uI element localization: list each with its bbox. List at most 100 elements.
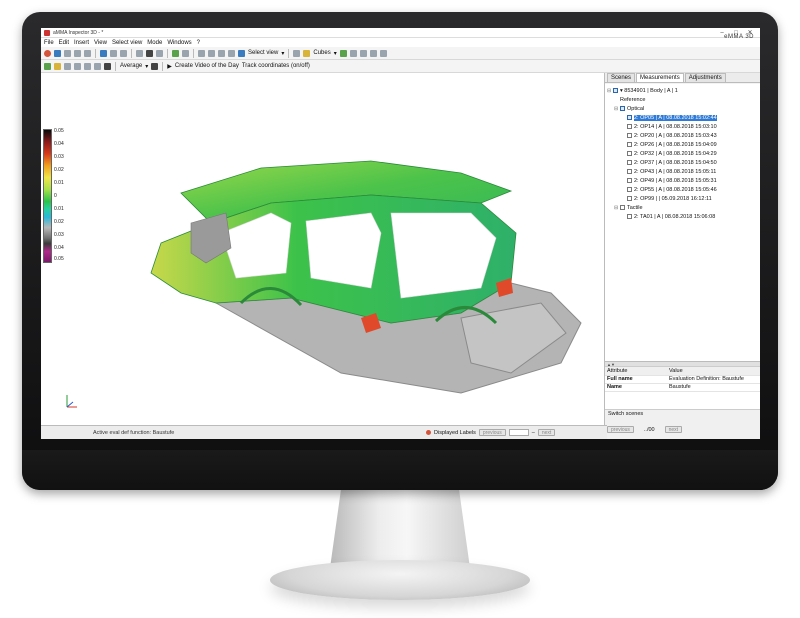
pan-icon[interactable] (120, 49, 127, 57)
tree-node[interactable]: 2: OP32 | A | 08.08.2018 15:04:29 (607, 149, 758, 158)
toolbar-separator (288, 48, 290, 58)
select-icon[interactable] (64, 62, 71, 70)
check-icon[interactable] (44, 62, 51, 70)
zoom-icon[interactable] (110, 49, 117, 57)
switch-next-button[interactable]: next (664, 426, 683, 433)
cursor-icon[interactable] (136, 49, 143, 57)
tree-node[interactable]: Reference (607, 95, 758, 104)
settings-icon[interactable] (369, 49, 377, 57)
tree-node-label: Tactile (627, 204, 643, 211)
tree-checkbox[interactable] (627, 115, 632, 120)
labels-toggle-icon[interactable] (426, 430, 431, 435)
tab-adjustments[interactable]: Adjustments (684, 73, 726, 82)
cubes-icon[interactable] (303, 49, 311, 57)
tree-node[interactable]: ⊟ Tactile (607, 203, 758, 212)
tree-node-label: 2: OP99 | | 05.09.2018 16:12:11 (634, 195, 712, 202)
camera-icon[interactable] (100, 49, 107, 57)
stats-icon[interactable] (151, 62, 159, 70)
tree-node[interactable]: 2: OP20 | A | 08.08.2018 15:03:43 (607, 131, 758, 140)
menu-view[interactable]: View (94, 40, 107, 46)
fit-view-icon[interactable] (172, 49, 179, 57)
tree-node[interactable]: 2: TA01 | A | 08.08.2018 15:06:08 (607, 212, 758, 221)
view-iso-icon[interactable] (238, 49, 245, 57)
labels-next-button[interactable]: next (537, 429, 556, 436)
tree-node[interactable]: 2: OP26 | A | 08.08.2018 15:04:09 (607, 140, 758, 149)
video-icon[interactable] (104, 62, 111, 70)
menu-select-view[interactable]: Select view (112, 40, 142, 46)
tree-checkbox[interactable] (620, 205, 625, 210)
tree-node[interactable]: ⊟ Optical (607, 104, 758, 113)
displayed-labels-text: Displayed Labels (434, 429, 476, 436)
tree-checkbox[interactable] (627, 133, 632, 138)
track-coordinates-button[interactable]: Track coordinates (on/off) (242, 63, 310, 69)
tree-node-label: 2: OP05 | A | 08.08.2018 15:02:44 (634, 114, 717, 121)
tree-checkbox[interactable] (627, 214, 632, 219)
tree-node[interactable]: 2: OP05 | A | 08.08.2018 15:02:44 (607, 113, 758, 122)
table-row[interactable]: Full name Evaluation Definition: Baustuf… (605, 375, 760, 384)
measure-icon[interactable] (339, 49, 347, 57)
table-row[interactable]: Name Baustufe (605, 383, 760, 392)
menu-windows[interactable]: Windows (167, 40, 191, 46)
menu-help[interactable]: ? (197, 40, 200, 46)
menu-file[interactable]: File (44, 40, 54, 46)
rotate-icon[interactable] (182, 49, 189, 57)
view-back-icon[interactable] (228, 49, 235, 57)
view-front-icon[interactable] (198, 49, 205, 57)
menu-mode[interactable]: Mode (147, 40, 162, 46)
tree-node-label: 2: OP32 | A | 08.08.2018 15:04:29 (634, 150, 717, 157)
create-video-button[interactable]: Create Video of the Day (175, 63, 239, 69)
car-body-model[interactable] (41, 73, 605, 425)
save-icon[interactable] (54, 49, 61, 57)
tree-node-label: Optical (627, 105, 645, 112)
menu-edit[interactable]: Edit (59, 40, 69, 46)
menu-insert[interactable]: Insert (74, 40, 89, 46)
labels-previous-button[interactable]: previous (478, 429, 506, 436)
tree-node[interactable]: 2: OP14 | A | 08.08.2018 15:03:10 (607, 122, 758, 131)
tree-node[interactable]: 2: OP55 | A | 08.08.2018 15:05:46 (607, 185, 758, 194)
clip-icon[interactable] (293, 49, 301, 57)
labels-index-input[interactable] (508, 429, 529, 436)
tree-checkbox[interactable] (627, 160, 632, 165)
tree-checkbox[interactable] (620, 106, 625, 111)
tree-checkbox[interactable] (627, 178, 632, 183)
dropdown-arrow-icon: ▾ (333, 50, 337, 57)
layers-icon[interactable] (359, 49, 367, 57)
tree-checkbox[interactable] (627, 169, 632, 174)
open-icon[interactable] (64, 49, 71, 57)
grid-icon[interactable] (84, 49, 91, 57)
box-icon[interactable] (74, 62, 81, 70)
record-icon[interactable] (44, 49, 51, 57)
tree-checkbox[interactable] (627, 196, 632, 201)
tree-checkbox[interactable] (627, 142, 632, 147)
tree-node-label: 2: OP55 | A | 08.08.2018 15:05:46 (634, 186, 717, 193)
tree-node[interactable]: ⊟ ▾ 8534901 | Body | A | 1 (607, 86, 758, 95)
folder-icon[interactable] (54, 62, 61, 70)
3d-viewport[interactable]: 0.05 0.04 0.03 0.02 0.01 0 0.01 0.02 0.0… (41, 73, 605, 425)
tree-checkbox[interactable] (613, 88, 618, 93)
tree-node[interactable]: 2: OP43 | A | 08.08.2018 15:05:11 (607, 167, 758, 176)
tree-checkbox[interactable] (627, 187, 632, 192)
tree-node[interactable]: 2: OP37 | A | 08.08.2018 15:04:50 (607, 158, 758, 167)
toolbar-separator (95, 48, 96, 58)
pin-icon[interactable] (146, 49, 153, 57)
switch-previous-button[interactable]: previous (607, 426, 634, 433)
view-side-icon[interactable] (218, 49, 225, 57)
tree-checkbox[interactable] (627, 124, 632, 129)
section-icon[interactable] (349, 49, 357, 57)
select-view-dropdown[interactable]: Select view (248, 50, 278, 56)
tree-node[interactable]: 2: OP99 | | 05.09.2018 16:12:11 (607, 194, 758, 203)
tree-node[interactable]: 2: OP49 | A | 08.08.2018 15:05:31 (607, 176, 758, 185)
tool-icon[interactable] (156, 49, 163, 57)
lightning-icon[interactable] (379, 49, 387, 57)
tab-measurements[interactable]: Measurements (636, 73, 684, 82)
wire-icon[interactable] (84, 62, 91, 70)
print-icon[interactable] (74, 49, 81, 57)
tree-checkbox[interactable] (627, 151, 632, 156)
view-top-icon[interactable] (208, 49, 215, 57)
average-dropdown[interactable]: Average (120, 63, 142, 69)
shade-icon[interactable] (94, 62, 101, 70)
dropdown-arrow-icon: ▾ (281, 50, 285, 57)
cubes-dropdown[interactable]: Cubes (313, 50, 330, 56)
play-icon[interactable]: ▶ (167, 63, 172, 70)
tab-scenes[interactable]: Scenes (607, 73, 636, 82)
